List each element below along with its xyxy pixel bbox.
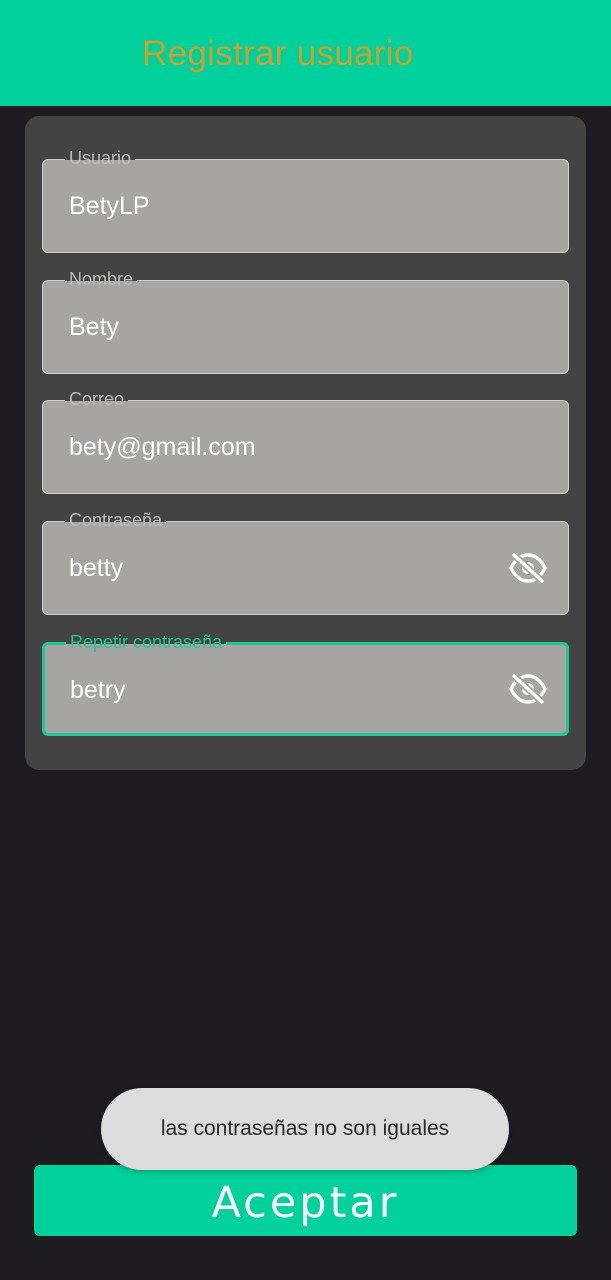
eye-off-icon[interactable]	[508, 550, 548, 586]
name-field[interactable]: Nombre Bety	[42, 268, 569, 374]
page-title: Registrar usuario	[142, 34, 414, 73]
name-label: Nombre	[65, 268, 138, 290]
repeat-password-value: betry	[70, 676, 126, 704]
eye-off-icon[interactable]	[508, 671, 548, 707]
name-value: Bety	[69, 313, 120, 341]
email-label: Correo	[65, 388, 129, 410]
email-field[interactable]: Correo bety@gmail.com	[42, 388, 569, 494]
toast-message: las contraseñas no son iguales	[160, 1117, 450, 1140]
password-field[interactable]: Contraseña betty	[42, 509, 569, 615]
username-field[interactable]: Usuario BetyLP	[42, 147, 569, 253]
register-form-card: Usuario BetyLP Nombre Bety Correo bety@g…	[25, 116, 586, 770]
username-label: Usuario	[65, 147, 136, 169]
email-value: bety@gmail.com	[69, 433, 256, 461]
username-value: BetyLP	[69, 192, 150, 220]
password-label: Contraseña	[65, 509, 167, 531]
repeat-password-label: Repetir contraseña	[66, 631, 227, 653]
error-toast: las contraseñas no son iguales	[101, 1088, 509, 1170]
app-bar: Registrar usuario	[0, 0, 611, 106]
password-value: betty	[69, 554, 124, 582]
accept-button[interactable]: Aceptar	[34, 1165, 577, 1236]
repeat-password-field[interactable]: Repetir contraseña betry	[42, 631, 569, 736]
